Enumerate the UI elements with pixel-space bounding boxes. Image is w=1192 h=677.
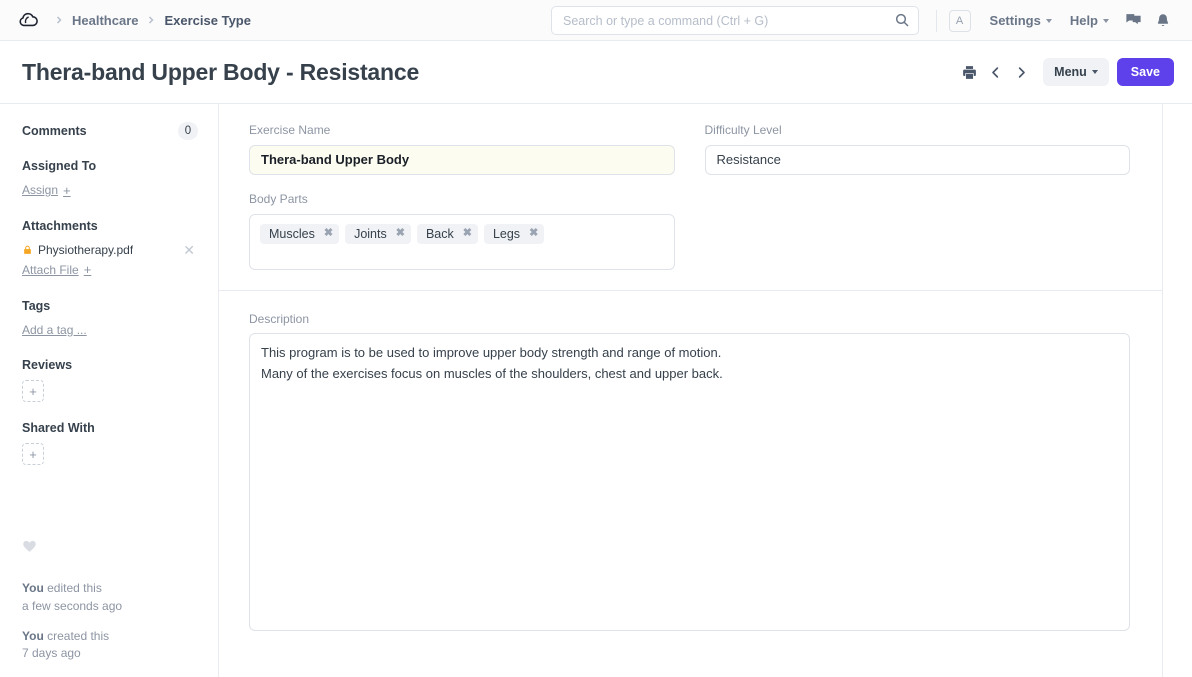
navbar-divider [936,10,937,32]
remove-attachment-icon[interactable]: ✕ [180,241,198,259]
sidebar-section-attachments: Attachments Physiotherapy.pdf ✕ Attach F… [22,218,198,280]
description-textarea[interactable]: This program is to be used to improve up… [249,333,1130,631]
body-part-chip[interactable]: Back ✖ [417,224,478,244]
field-difficulty-level: Difficulty Level [705,122,1131,175]
exercise-name-input[interactable] [249,145,675,175]
assign-button[interactable]: Assign + [22,182,71,200]
add-review-button[interactable]: + [22,380,44,402]
shared-with-label: Shared With [22,420,198,436]
page-title: Thera-band Upper Body - Resistance [22,59,419,86]
plus-icon: + [84,261,92,279]
form-column-right: Difficulty Level [705,122,1131,270]
sidebar-section-shared-with: Shared With + [22,420,198,465]
lock-icon [22,244,33,256]
activity-edited-when: a few seconds ago [22,598,198,615]
avatar[interactable]: A [949,10,971,32]
attachments-label: Attachments [22,218,198,234]
chevron-down-icon [1046,19,1052,23]
activity-created-who: You [22,629,44,643]
page-actions: Menu Save [956,58,1174,86]
activity-edited-what: edited this [44,581,102,595]
attachment-item[interactable]: Physiotherapy.pdf ✕ [22,241,198,259]
body-part-chip-label: Joints [354,227,387,241]
body-part-chip-label: Back [426,227,454,241]
body-parts-label: Body Parts [249,191,675,208]
attach-file-button[interactable]: Attach File + [22,261,91,279]
body-part-chip[interactable]: Joints ✖ [345,224,411,244]
comment-icon[interactable] [1118,6,1148,36]
sidebar-section-comments: Comments 0 [22,122,198,140]
form-column-left: Exercise Name Body Parts Muscles ✖ Joints ✖… [249,122,675,270]
search-input[interactable] [551,6,919,35]
plus-icon: + [63,182,71,200]
comments-count-badge: 0 [178,122,198,140]
settings-menu[interactable]: Settings [981,13,1061,28]
difficulty-level-label: Difficulty Level [705,122,1131,139]
chevron-down-icon [1092,70,1098,74]
breadcrumb-separator [53,14,65,26]
form-main: Exercise Name Body Parts Muscles ✖ Joints ✖… [219,104,1192,677]
attachment-name[interactable]: Physiotherapy.pdf [22,243,133,257]
cloud-logo-icon[interactable] [16,7,42,33]
breadcrumb-healthcare[interactable]: Healthcare [72,13,138,28]
form-sidebar: Comments 0 Assigned To Assign + Attachme… [0,104,219,677]
attach-file-label: Attach File [22,262,79,279]
activity-created-when: 7 days ago [22,645,198,662]
difficulty-level-input[interactable] [705,145,1131,175]
assign-label: Assign [22,182,58,199]
activity-created-what: created this [44,629,109,643]
menu-button[interactable]: Menu [1043,58,1109,86]
field-description: Description This program is to be used t… [249,311,1130,637]
sidebar-section-reviews: Reviews + [22,357,198,402]
body-part-chip[interactable]: Legs ✖ [484,224,544,244]
breadcrumb-exercise-type[interactable]: Exercise Type [164,13,250,28]
add-tag-button[interactable]: Add a tag ... [22,322,87,339]
reviews-label: Reviews [22,357,198,373]
save-button[interactable]: Save [1117,58,1174,86]
description-label: Description [249,311,1130,328]
body-part-chip-label: Muscles [269,227,315,241]
breadcrumb-separator [145,14,157,26]
form-section-details: Exercise Name Body Parts Muscles ✖ Joints ✖… [219,104,1162,291]
field-exercise-name: Exercise Name [249,122,675,175]
tags-label: Tags [22,298,198,314]
settings-label: Settings [990,13,1041,28]
activity-edited-who: You [22,581,44,595]
chevron-right-icon[interactable] [1008,59,1034,85]
navbar: Healthcare Exercise Type A Settings Help [0,0,1192,41]
add-share-button[interactable]: + [22,443,44,465]
chevron-left-icon[interactable] [982,59,1008,85]
page-head: Thera-band Upper Body - Resistance Menu … [0,41,1192,104]
search-bar[interactable] [551,6,919,35]
help-label: Help [1070,13,1098,28]
assigned-to-label: Assigned To [22,158,198,174]
navbar-right: A Settings Help [936,0,1178,41]
sidebar-section-assigned-to: Assigned To Assign + [22,158,198,200]
chevron-down-icon [1103,19,1109,23]
attachment-filename: Physiotherapy.pdf [38,243,133,257]
field-body-parts: Body Parts Muscles ✖ Joints ✖ Back ✖ Legs ✖ [249,191,675,270]
menu-label: Menu [1054,65,1087,79]
page-body: Comments 0 Assigned To Assign + Attachme… [0,104,1192,677]
activity-edited-line: You edited this [22,580,198,597]
body-part-chip[interactable]: Muscles ✖ [260,224,339,244]
body-part-chip-label: Legs [493,227,520,241]
heart-icon[interactable] [22,539,37,554]
body-parts-multiselect[interactable]: Muscles ✖ Joints ✖ Back ✖ Legs ✖ [249,214,675,270]
activity-created-line: You created this [22,628,198,645]
remove-chip-icon[interactable]: ✖ [324,228,333,239]
sidebar-section-tags: Tags Add a tag ... [22,298,198,339]
form-section-description: Description This program is to be used t… [219,291,1162,657]
remove-chip-icon[interactable]: ✖ [396,228,405,239]
form-card: Exercise Name Body Parts Muscles ✖ Joints ✖… [219,104,1163,677]
activity-created: You created this 7 days ago [22,628,198,663]
bell-icon[interactable] [1148,6,1178,36]
activity-edited: You edited this a few seconds ago [22,580,198,615]
printer-icon[interactable] [956,59,982,85]
comments-label: Comments [22,123,87,139]
remove-chip-icon[interactable]: ✖ [529,228,538,239]
remove-chip-icon[interactable]: ✖ [463,228,472,239]
exercise-name-label: Exercise Name [249,122,675,139]
help-menu[interactable]: Help [1061,13,1118,28]
